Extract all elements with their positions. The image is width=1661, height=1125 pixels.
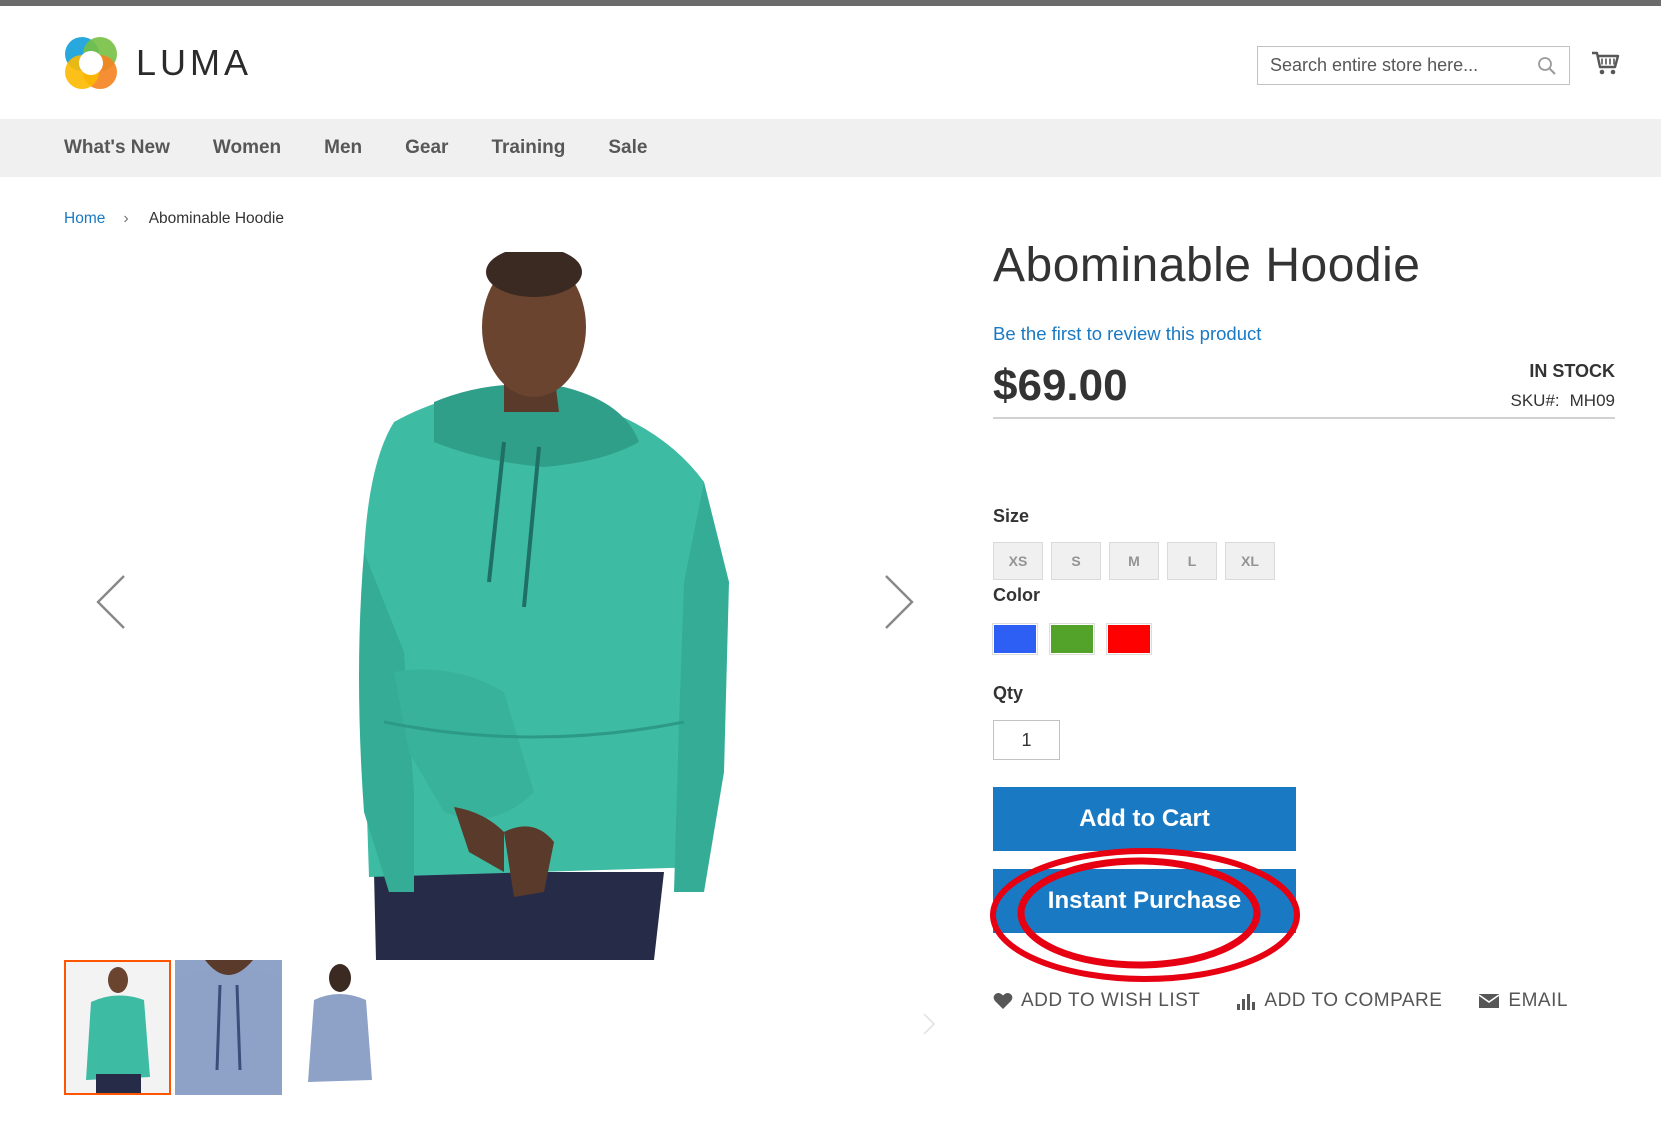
gallery-thumbnails — [64, 960, 397, 1095]
size-options: XS S M L XL — [993, 542, 1283, 580]
email-label: EMAIL — [1508, 990, 1568, 1011]
add-to-compare-label: ADD TO COMPARE — [1264, 990, 1443, 1011]
thumbnail-front-image — [66, 962, 169, 1093]
stock-status: IN STOCK — [1529, 360, 1615, 381]
price-row: $69.00 IN STOCK SKU#: MH09 — [993, 357, 1615, 419]
size-option-xs[interactable]: XS — [993, 542, 1043, 580]
product-gallery — [64, 247, 934, 962]
color-option-green[interactable] — [1049, 623, 1095, 655]
envelope-icon — [1478, 994, 1500, 1008]
product-actions: ADD TO WISH LIST ADD TO COMPARE EMAIL — [993, 990, 1604, 1012]
search-input[interactable] — [1258, 47, 1518, 84]
gallery-next-arrow-icon[interactable] — [876, 572, 916, 632]
cart-icon[interactable] — [1590, 48, 1620, 78]
sku-value: MH09 — [1569, 390, 1615, 410]
nav-item-sale[interactable]: Sale — [608, 137, 647, 159]
thumbnail-closeup-image — [175, 960, 282, 1095]
add-to-cart-button[interactable]: Add to Cart — [993, 787, 1296, 851]
product-sku: SKU#: MH09 — [1511, 391, 1616, 411]
thumbnail-back-image — [286, 960, 393, 1095]
brand-name: LUMA — [136, 42, 253, 83]
search-box — [1257, 46, 1570, 85]
breadcrumb: Home › Abominable Hoodie — [64, 210, 284, 228]
product-main-image[interactable] — [64, 247, 934, 960]
nav-item-training[interactable]: Training — [491, 137, 565, 159]
nav-item-men[interactable]: Men — [324, 137, 362, 159]
size-option-xl[interactable]: XL — [1225, 542, 1275, 580]
luma-logo-icon — [65, 37, 117, 89]
nav-item-gear[interactable]: Gear — [405, 137, 448, 159]
color-option-blue[interactable] — [992, 623, 1038, 655]
size-option-l[interactable]: L — [1167, 542, 1217, 580]
thumbnail-3[interactable] — [286, 960, 393, 1095]
color-label: Color — [993, 585, 1040, 605]
size-option-m[interactable]: M — [1109, 542, 1159, 580]
gallery-prev-arrow-icon[interactable] — [94, 572, 134, 632]
heart-icon — [993, 993, 1013, 1009]
add-to-compare-link[interactable]: ADD TO COMPARE — [1236, 990, 1442, 1012]
review-link[interactable]: Be the first to review this product — [993, 323, 1615, 345]
color-option-red[interactable] — [1106, 623, 1152, 655]
email-link[interactable]: EMAIL — [1478, 990, 1568, 1012]
product-price: $69.00 — [993, 360, 1128, 410]
add-to-wishlist-label: ADD TO WISH LIST — [1021, 990, 1201, 1011]
breadcrumb-current: Abominable Hoodie — [148, 210, 284, 227]
qty-label: Qty — [993, 683, 1024, 703]
thumbnail-1[interactable] — [64, 960, 171, 1095]
breadcrumb-home-link[interactable]: Home — [64, 210, 105, 228]
color-options — [992, 623, 1164, 655]
thumbnail-2[interactable] — [175, 960, 282, 1095]
size-option-s[interactable]: S — [1051, 542, 1101, 580]
product-title: Abominable Hoodie — [993, 239, 1421, 292]
search-icon[interactable] — [1537, 56, 1557, 76]
nav-item-whats-new[interactable]: What's New — [64, 137, 170, 159]
hoodie-model-image — [359, 247, 729, 960]
compare-chart-icon — [1237, 994, 1256, 1010]
nav-item-women[interactable]: Women — [213, 137, 281, 159]
add-to-wishlist-link[interactable]: ADD TO WISH LIST — [993, 990, 1200, 1012]
size-label: Size — [993, 506, 1030, 526]
header: LUMA — [0, 6, 1661, 119]
product-info: Abominable Hoodie Be the first to review… — [990, 239, 1615, 1011]
sku-label: SKU#: — [1510, 390, 1560, 410]
logo[interactable]: LUMA — [62, 34, 252, 92]
qty-input[interactable]: 1 — [993, 720, 1060, 760]
thumbnail-next-arrow-icon[interactable] — [922, 1012, 936, 1036]
instant-purchase-button[interactable]: Instant Purchase — [993, 869, 1296, 933]
breadcrumb-separator: › — [123, 210, 129, 227]
main-nav: What's New Women Men Gear Training Sale — [0, 119, 1661, 177]
